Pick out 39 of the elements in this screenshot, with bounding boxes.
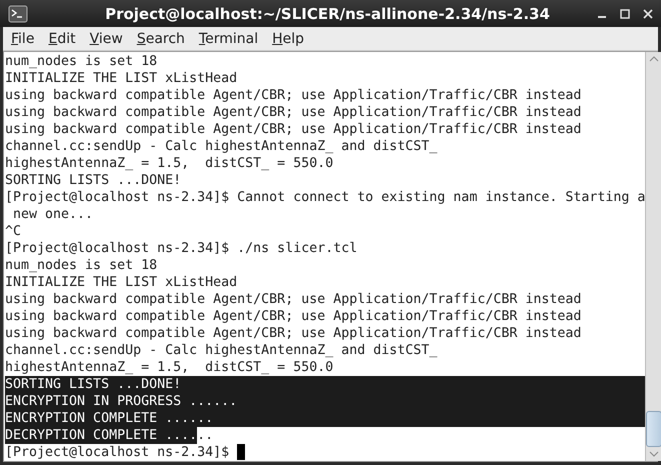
menu-item[interactable]: View — [86, 30, 131, 46]
terminal-text: ^C — [5, 223, 22, 240]
terminal-text: highestAntennaZ_ = 1.5, distCST_ = 550.0 — [5, 359, 334, 376]
maximize-icon[interactable] — [620, 8, 630, 18]
scroll-thumb[interactable] — [646, 411, 661, 447]
close-icon[interactable] — [643, 8, 653, 18]
selected-text: ENCRYPTION COMPLETE ...... — [5, 410, 646, 427]
menu-item[interactable]: File — [7, 30, 42, 46]
terminal-text: using backward compatible Agent/CBR; use Application/Traffic/CBR instead — [5, 104, 582, 121]
terminal-icon — [8, 4, 28, 22]
scroll-down-icon[interactable] — [648, 450, 660, 458]
selected-text: SORTING LISTS ...DONE! — [5, 376, 646, 393]
terminal-text: num_nodes is set 18 — [5, 257, 158, 274]
window-title: Project@localhost:~/SLICER/ns-allinone-2.34/ns-2.34 — [104, 4, 551, 22]
terminal-text: INITIALIZE THE LIST xListHead — [5, 70, 238, 87]
terminal-text: using backward compatible Agent/CBR; use Application/Traffic/CBR instead — [5, 308, 582, 325]
terminal-text: using backward compatible Agent/CBR; use Application/Traffic/CBR instead — [5, 121, 582, 138]
terminal-text: using backward compatible Agent/CBR; use Application/Traffic/CBR instead — [5, 87, 582, 104]
scrollbar[interactable] — [645, 52, 661, 461]
terminal-text: [Project@localhost ns-2.34]$ Cannot connect to existing nam instance. Starting a — [5, 189, 646, 206]
terminal-text: [Project@localhost ns-2.34]$ ./ns slicer.tcl — [5, 240, 358, 257]
menu-item[interactable]: Search — [132, 30, 193, 46]
terminal-text: channel.cc:sendUp - Calc highestAntennaZ_ and distCST_ — [5, 342, 438, 359]
terminal-text: highestAntennaZ_ = 1.5, distCST_ = 550.0 — [5, 155, 334, 172]
terminal-text: using backward compatible Agent/CBR; use Application/Traffic/CBR instead — [5, 291, 582, 308]
menu-item[interactable]: Terminal — [194, 30, 266, 46]
terminal-text: new one... — [12, 206, 94, 223]
terminal-text: INITIALIZE THE LIST xListHead — [5, 274, 238, 291]
terminal-text: num_nodes is set 18 — [5, 53, 158, 70]
terminal-text: SORTING LISTS ...DONE! — [5, 172, 182, 189]
terminal-text: channel.cc:sendUp - Calc highestAntennaZ_ and distCST_ — [5, 138, 438, 155]
terminal-text: .. — [197, 427, 214, 444]
menu-item[interactable]: Edit — [44, 30, 84, 46]
scroll-up-icon[interactable] — [648, 55, 660, 63]
menu-item[interactable]: Help — [268, 30, 312, 46]
selected-text: DECRYPTION COMPLETE .... — [5, 427, 198, 444]
selected-text: ENCRYPTION IN PROGRESS ...... — [5, 393, 646, 410]
terminal-text: using backward compatible Agent/CBR; use Application/Traffic/CBR instead — [5, 325, 582, 342]
terminal-text: [Project@localhost ns-2.34]$ — [5, 444, 230, 461]
